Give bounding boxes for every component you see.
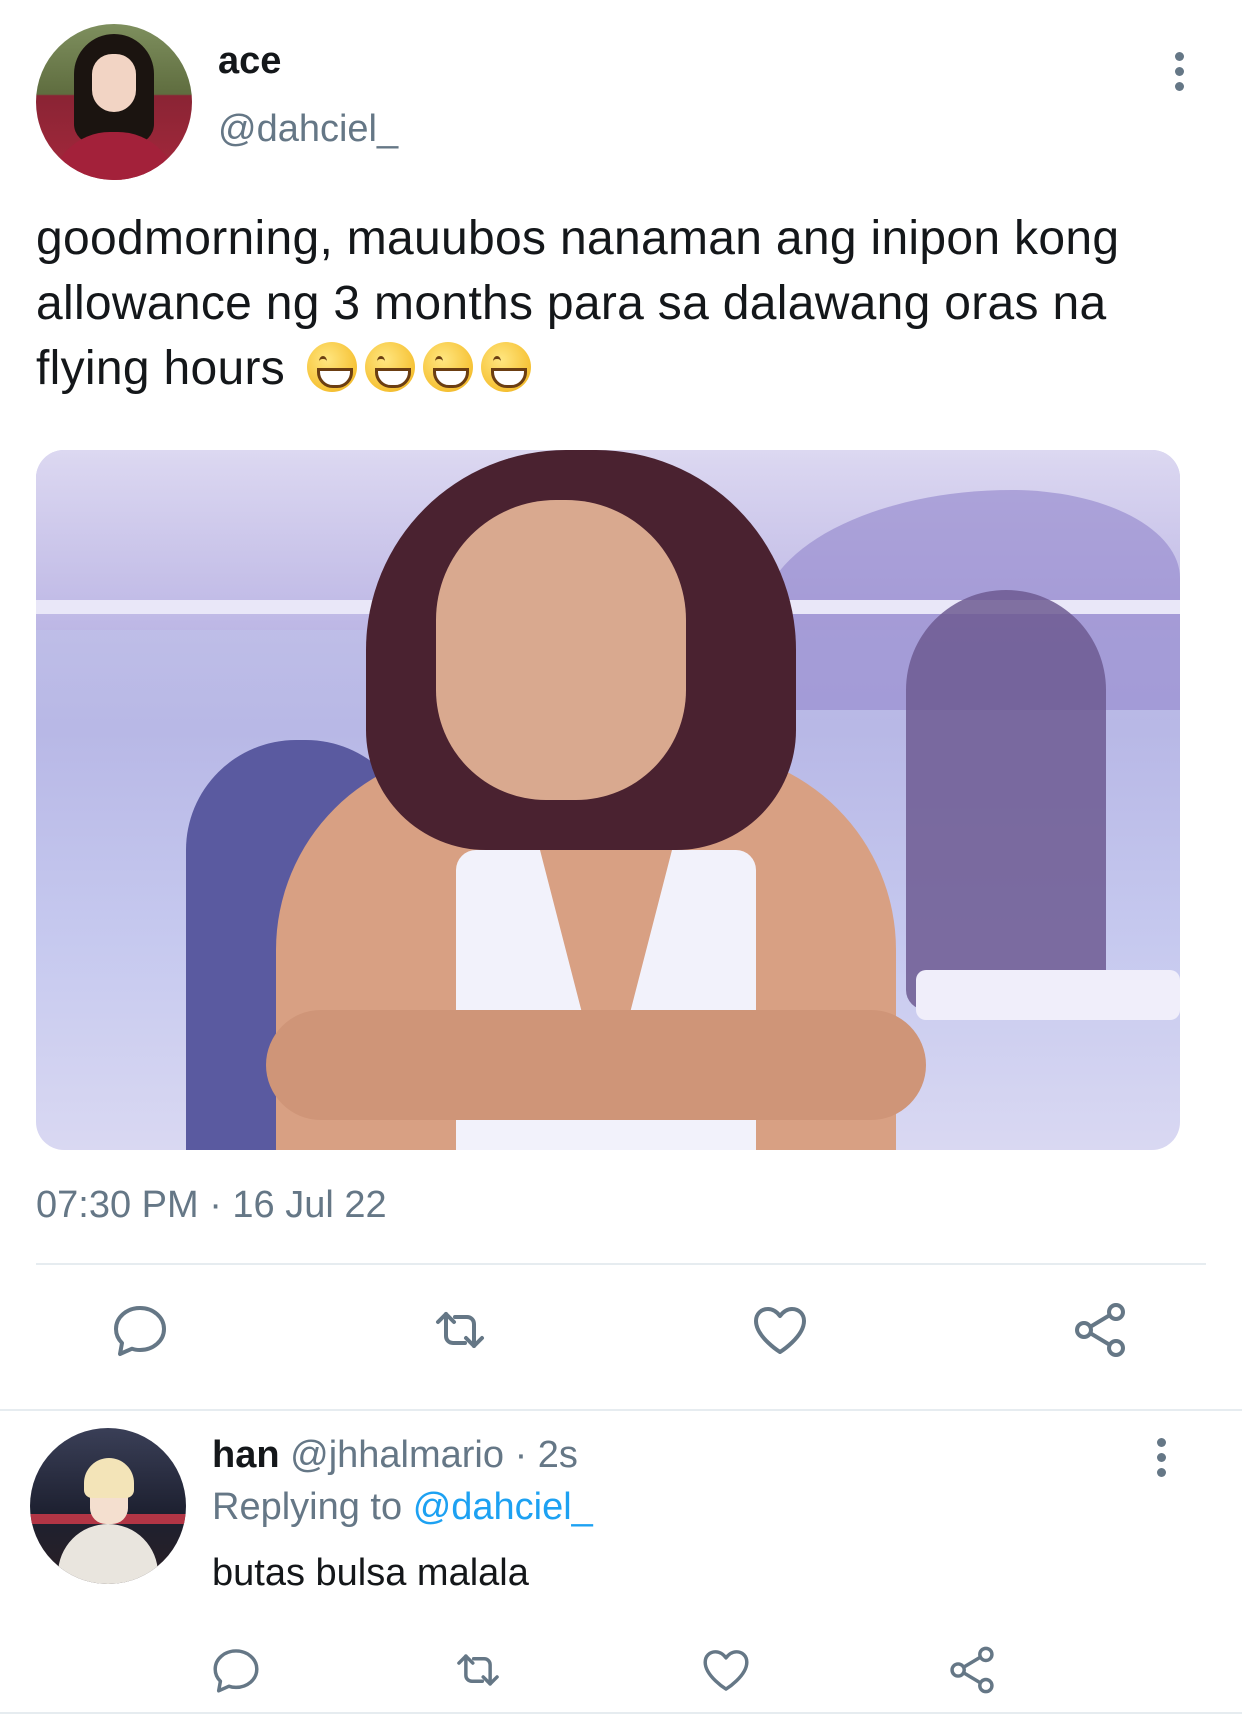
avatar-face: [92, 54, 136, 112]
divider: [0, 1712, 1242, 1714]
divider: [36, 1263, 1206, 1265]
grinning-face-emoji-icon: [422, 342, 473, 392]
grinning-face-emoji-icon: [364, 342, 415, 392]
avatar[interactable]: [36, 24, 192, 180]
replying-to: Replying to @dahciel_: [212, 1486, 593, 1529]
tweet-timestamp[interactable]: 07:30 PM · 16 Jul 22: [36, 1184, 387, 1227]
tweet-text: goodmorning, mauubos nanaman ang inipon …: [36, 206, 1216, 401]
tweet-action-bar: [0, 1300, 1242, 1370]
reply-text: butas bulsa malala: [212, 1552, 529, 1594]
reply-icon[interactable]: [110, 1300, 170, 1360]
username-handle[interactable]: @dahciel_: [218, 108, 398, 151]
like-icon[interactable]: [700, 1644, 752, 1696]
image-woman-face: [436, 500, 686, 800]
main-tweet: ace @dahciel_ goodmorning, mauubos nanam…: [0, 0, 1242, 1411]
reply-handle-time[interactable]: @jhhalmario · 2s: [290, 1434, 578, 1476]
tweet-media-image[interactable]: [36, 450, 1180, 1150]
avatar-hair: [84, 1458, 134, 1498]
avatar[interactable]: [30, 1428, 186, 1584]
more-options-icon[interactable]: [1168, 52, 1190, 96]
divider: [0, 1409, 1242, 1411]
retweet-icon[interactable]: [452, 1644, 504, 1696]
grinning-face-emoji-icon: [480, 342, 531, 392]
image-background-person-right: [906, 590, 1106, 1010]
image-table: [916, 970, 1180, 1020]
like-icon[interactable]: [750, 1300, 810, 1360]
reply-display-name[interactable]: han: [212, 1434, 280, 1476]
retweet-icon[interactable]: [430, 1300, 490, 1360]
replying-to-mention[interactable]: @dahciel_: [413, 1486, 593, 1528]
replying-to-label: Replying to: [212, 1486, 403, 1528]
reply-tweet[interactable]: han @jhhalmario · 2s Replying to @dahcie…: [0, 1412, 1242, 1717]
more-options-icon[interactable]: [1150, 1438, 1172, 1482]
grinning-face-emoji-icon: [306, 342, 357, 392]
tweet-text-body: goodmorning, mauubos nanaman ang inipon …: [36, 212, 1120, 395]
reply-icon[interactable]: [210, 1644, 262, 1696]
avatar-coat: [58, 1524, 158, 1584]
avatar-shirt: [50, 132, 178, 180]
share-icon[interactable]: [946, 1644, 998, 1696]
reply-action-bar: [0, 1644, 1242, 1704]
display-name[interactable]: ace: [218, 40, 281, 83]
share-icon[interactable]: [1070, 1300, 1130, 1360]
reply-header: han @jhhalmario · 2s: [212, 1434, 578, 1477]
image-woman-arms: [266, 1010, 926, 1120]
